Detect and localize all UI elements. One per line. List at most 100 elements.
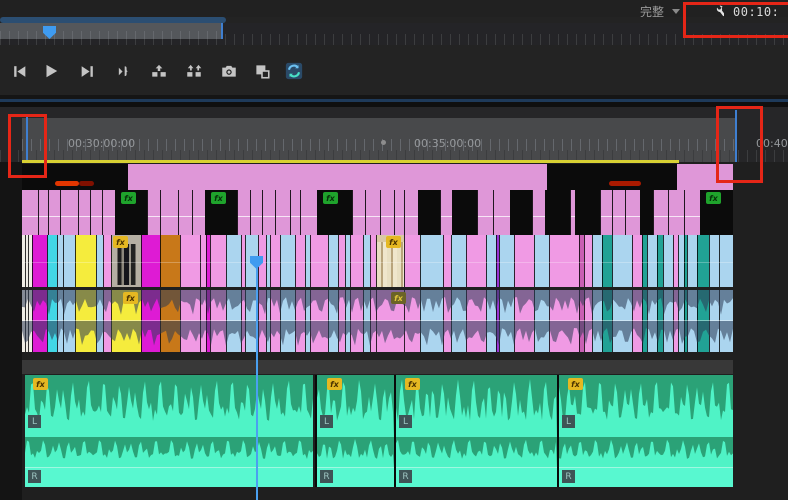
transport-toolbar (0, 45, 788, 95)
fx-badge[interactable]: fx (211, 192, 226, 204)
fx-badge[interactable]: fx (405, 378, 420, 390)
clip-segment[interactable] (612, 190, 626, 235)
in-point-marker[interactable] (26, 117, 28, 162)
clip-segment[interactable] (32, 235, 48, 287)
clip-segment[interactable]: fx (317, 190, 352, 235)
fx-badge[interactable]: fx (391, 292, 406, 304)
video-track-v3 (22, 164, 733, 190)
clip-segment[interactable] (534, 235, 550, 287)
opacity-line (669, 216, 685, 217)
clip-segment[interactable] (226, 235, 242, 287)
monitor-scrub-bar[interactable] (0, 23, 788, 45)
fx-badge[interactable]: fx (113, 236, 128, 248)
clip-segment[interactable] (575, 190, 600, 235)
clip-segment[interactable] (160, 235, 181, 287)
clip-segment[interactable] (22, 190, 38, 235)
clip-segment[interactable] (420, 235, 444, 287)
clip-segment[interactable] (75, 235, 97, 287)
clip-segment[interactable] (178, 190, 193, 235)
clip-segment[interactable] (128, 164, 547, 190)
render-bar (609, 181, 641, 186)
collapsed-track[interactable] (22, 360, 733, 374)
chevron-down-icon (672, 9, 680, 14)
clip-segment[interactable] (677, 164, 733, 190)
clip-segment[interactable] (192, 190, 206, 235)
clip-segment[interactable] (640, 190, 653, 235)
volume-line (317, 467, 394, 468)
step-back-button[interactable] (6, 58, 32, 84)
fx-badge[interactable]: fx (33, 378, 48, 390)
clip-segment[interactable] (612, 235, 633, 287)
clip-segment[interactable] (365, 190, 381, 235)
clip-segment[interactable] (653, 190, 669, 235)
clip-segment[interactable] (477, 190, 494, 235)
opacity-line (626, 216, 641, 217)
clip-segment[interactable]: fx (205, 190, 237, 235)
audio-clip[interactable]: L Rfx (315, 375, 394, 487)
button-editor-button[interactable] (249, 58, 275, 84)
audio-clip[interactable]: L Rfx (25, 375, 313, 487)
fx-badge[interactable]: fx (323, 192, 338, 204)
out-point-marker[interactable] (735, 110, 737, 162)
clip-segment[interactable] (545, 190, 570, 235)
fx-badge[interactable]: fx (121, 192, 136, 204)
sequence-marker[interactable] (381, 140, 386, 145)
clip-segment[interactable] (499, 235, 515, 287)
clip-segment[interactable] (668, 190, 685, 235)
clip-segment[interactable] (719, 235, 733, 287)
clip-segment[interactable] (141, 235, 161, 287)
clip-segment[interactable] (532, 190, 546, 235)
playhead-line[interactable] (256, 267, 258, 500)
clip-segment[interactable] (493, 190, 511, 235)
clip-segment[interactable] (404, 190, 419, 235)
fx-badge[interactable]: fx (386, 236, 401, 248)
clip-segment[interactable] (180, 235, 201, 287)
clip-segment[interactable] (418, 190, 440, 235)
audio-clip[interactable]: L Rfx (557, 375, 733, 487)
clip-segment[interactable] (275, 190, 291, 235)
waveform-solid (396, 468, 557, 487)
clip-segment[interactable]: fx (115, 190, 147, 235)
timeline-ruler[interactable]: 00:30:00:00 00:35:00:00 00:40: (0, 107, 788, 162)
clip-segment[interactable] (404, 235, 421, 287)
audio-clip[interactable]: L Rfx (394, 375, 557, 487)
clip-segment[interactable] (280, 235, 296, 287)
clip-segment[interactable] (300, 190, 318, 235)
fx-badge[interactable]: fx (123, 292, 138, 304)
clip-segment[interactable] (547, 164, 677, 190)
clip-segment[interactable] (510, 190, 532, 235)
clip-segment[interactable] (514, 235, 535, 287)
clip-segment[interactable] (466, 235, 487, 287)
clip-segment[interactable] (684, 190, 701, 235)
clip-segment[interactable] (451, 235, 467, 287)
volume-line (559, 467, 733, 468)
fx-badge[interactable]: fx (568, 378, 583, 390)
clip-segment[interactable] (102, 190, 116, 235)
clip-segment[interactable] (452, 190, 477, 235)
clip-segment[interactable] (350, 235, 364, 287)
clip-segment[interactable] (262, 190, 276, 235)
clip-segment[interactable] (160, 190, 179, 235)
clip-segment[interactable] (380, 190, 395, 235)
clip-segment[interactable] (549, 235, 580, 287)
clip-segment[interactable] (310, 235, 329, 287)
clip-segment[interactable]: fx (700, 190, 733, 235)
export-frame-button[interactable] (216, 58, 242, 84)
work-area-bar[interactable] (22, 160, 679, 163)
clip-segment[interactable] (60, 190, 79, 235)
clip-segment[interactable] (22, 164, 128, 190)
comparison-view-button[interactable] (281, 58, 307, 84)
clip-segment[interactable] (625, 190, 641, 235)
step-forward-button[interactable] (74, 58, 100, 84)
clip-segment[interactable] (210, 235, 227, 287)
channel-badge-left: L (399, 415, 412, 428)
clip-segment[interactable] (237, 190, 251, 235)
lift-button[interactable] (146, 58, 172, 84)
play-button[interactable] (38, 58, 64, 84)
clip-segment[interactable] (352, 190, 366, 235)
play-to-out-button[interactable] (108, 58, 134, 84)
fx-badge[interactable]: fx (327, 378, 342, 390)
clip-segment[interactable] (147, 190, 161, 235)
extract-button[interactable] (181, 58, 207, 84)
fx-badge[interactable]: fx (706, 192, 721, 204)
